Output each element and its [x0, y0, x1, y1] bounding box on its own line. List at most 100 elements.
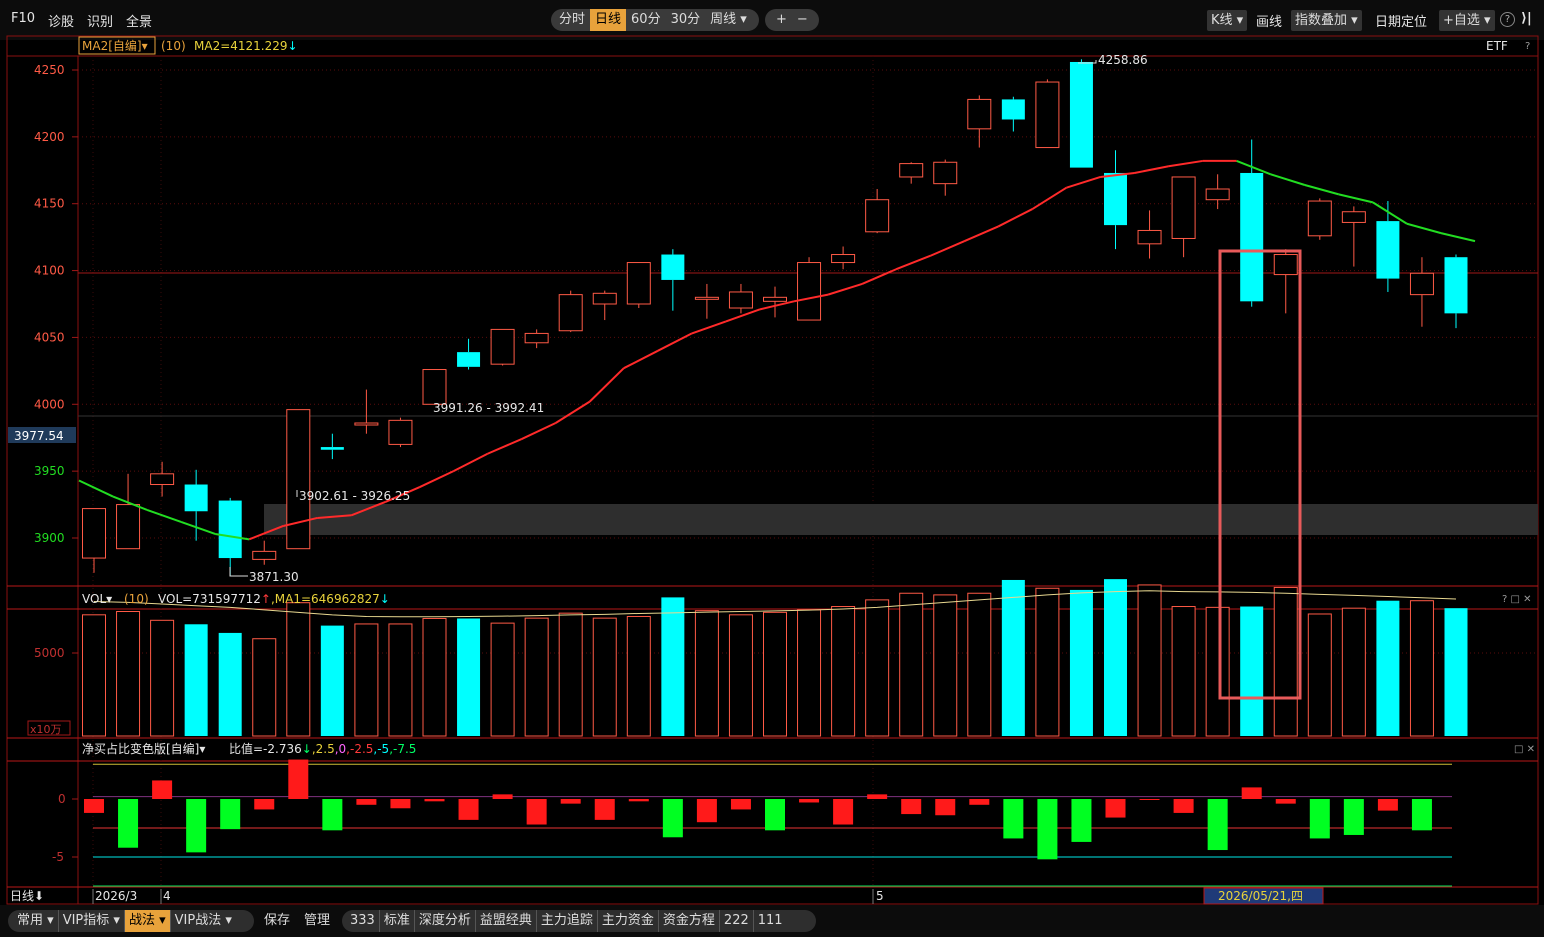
volume-bar — [320, 625, 344, 736]
candle-body — [354, 422, 379, 426]
volume-bar — [899, 592, 924, 737]
net-buy-bar — [867, 794, 888, 799]
net-buy-bar — [1241, 787, 1262, 799]
volume-bar — [661, 597, 685, 736]
net-buy-bar — [696, 799, 717, 823]
candle-body — [933, 161, 958, 185]
candle-body — [1409, 272, 1434, 296]
stock-chart[interactable]: 3900 3950 4000 4050 4100 4150 4200 4250 5000 0 -… — [0, 0, 1544, 937]
svg-text:3991.26 - 3992.41: 3991.26 - 3992.41 — [433, 401, 544, 415]
save-button[interactable]: 保存 — [264, 910, 290, 932]
candle-body — [1035, 81, 1060, 149]
net-buy-bar — [1173, 799, 1194, 813]
candle-body — [1001, 99, 1025, 120]
ma2-segment — [997, 208, 1033, 228]
net-tick-label: -5 — [52, 850, 64, 864]
ma2-segment — [861, 268, 897, 285]
tab-main-tracking[interactable]: 主力追踪 — [537, 910, 598, 932]
vip-strategy-dropdown[interactable]: VIP战法 ▾ — [171, 910, 236, 932]
tab-fund-equation[interactable]: 资金方程 — [659, 910, 720, 932]
ma2-segment — [623, 349, 659, 370]
candle-body — [728, 291, 753, 309]
strategy-tab[interactable]: 战法 ▾ — [124, 910, 171, 932]
net-buy-bar — [1309, 799, 1330, 839]
volume-bar — [218, 632, 242, 736]
volume-bar — [1376, 600, 1400, 736]
net-buy-bar — [1105, 799, 1126, 818]
candle-body — [116, 504, 141, 550]
net-buy-bar — [628, 799, 649, 802]
candle-body — [1171, 176, 1196, 239]
net-buy-bar — [1139, 799, 1160, 800]
candle-body — [558, 294, 583, 332]
ma2-segment — [146, 508, 182, 523]
candle-body — [388, 419, 413, 445]
ma2-segment — [180, 521, 216, 535]
cursor-date-label: 2026/05/21,四 — [1218, 889, 1303, 903]
common-dropdown[interactable]: 常用 ▾ — [8, 910, 59, 932]
price-tick-label: 3950 — [34, 464, 65, 478]
ma2-segment — [657, 332, 693, 352]
volume-bar — [967, 592, 992, 737]
ma2-segment — [1236, 159, 1272, 176]
candle-body — [899, 163, 924, 178]
tab-111[interactable]: 111 — [754, 910, 787, 932]
tab-main-funds[interactable]: 主力资金 — [598, 910, 659, 932]
svg-text:4258.86: 4258.86 — [1098, 53, 1148, 67]
net-buy-bar — [662, 799, 683, 838]
net-buy-bar — [84, 799, 104, 813]
vol-value: VOL=731597712↑,MA1=646962827↓ — [158, 592, 390, 606]
candle-body — [490, 328, 515, 365]
volume-bar — [797, 609, 822, 737]
ma2-segment — [1304, 184, 1340, 196]
ma2-segment — [963, 225, 999, 243]
net-buy-bar — [730, 799, 751, 810]
svg-text:3902.61 - 3926.25: 3902.61 - 3926.25 — [299, 489, 410, 503]
tab-classic[interactable]: 益盟经典 — [476, 910, 537, 932]
vol-panel-controls[interactable]: ? □ ✕ — [1502, 594, 1532, 605]
net-buy-bar — [833, 799, 854, 825]
candle-body — [1240, 172, 1264, 302]
tab-222[interactable]: 222 — [720, 910, 754, 932]
price-tick-label: 4050 — [34, 330, 65, 344]
candle-body — [865, 199, 890, 233]
zone-annotation-2: 3991.26 - 3992.41 — [433, 401, 544, 415]
net-panel-controls[interactable]: □ ✕ — [1514, 744, 1535, 755]
volume-bar — [286, 602, 311, 737]
candle-body — [1273, 254, 1298, 276]
period-label[interactable]: 日线⬇ — [10, 889, 44, 903]
tab-standard[interactable]: 标准 — [380, 910, 415, 932]
volume-bar — [763, 611, 787, 737]
ma2-segment — [1372, 201, 1408, 225]
template-tabs: 333 标准 深度分析 益盟经典 主力追踪 主力资金 资金方程 222 111 — [342, 910, 816, 932]
zone-annotation-1: 3902.61 - 3926.25 — [296, 489, 410, 503]
ma2-segment — [1031, 186, 1067, 210]
candle-body — [252, 550, 277, 560]
vol-indicator-name[interactable]: VOL▾ — [82, 592, 112, 606]
manage-button[interactable]: 管理 — [304, 910, 330, 932]
volume-bar — [82, 614, 106, 737]
ma2-segment — [759, 300, 795, 311]
net-buy-bar — [186, 799, 207, 853]
net-buy-bar — [322, 799, 343, 831]
volume-bar — [1205, 606, 1230, 737]
vol-unit-label: x10万 — [30, 723, 62, 736]
net-buy-bar — [152, 780, 173, 799]
candle-body — [218, 500, 242, 559]
price-zone-band — [264, 504, 1538, 535]
tab-333[interactable]: 333 — [342, 910, 380, 932]
ma2-segment — [895, 254, 931, 271]
net-indicator-name[interactable]: 净买占比变色版[自编]▾ — [82, 741, 205, 756]
net-tick-label: 0 — [58, 792, 66, 806]
vip-indicator-dropdown[interactable]: VIP指标 ▾ — [59, 910, 125, 932]
main-help-icon[interactable]: ? — [1525, 41, 1530, 52]
candle-body — [694, 296, 719, 300]
tab-deep-analysis[interactable]: 深度分析 — [415, 910, 476, 932]
candle-body — [626, 262, 651, 305]
net-buy-bar — [1071, 799, 1092, 842]
bottom-toolbar: 常用 ▾ VIP指标 ▾ 战法 ▾ VIP战法 ▾ 保存 管理 333 标准 深度分析 益盟… — [0, 905, 1544, 937]
current-price-label: 3977.54 — [14, 429, 64, 443]
ma2-segment — [1338, 193, 1374, 204]
ma2-segment — [1168, 159, 1203, 168]
indicator-name[interactable]: MA2[自编]▾ — [82, 38, 148, 53]
